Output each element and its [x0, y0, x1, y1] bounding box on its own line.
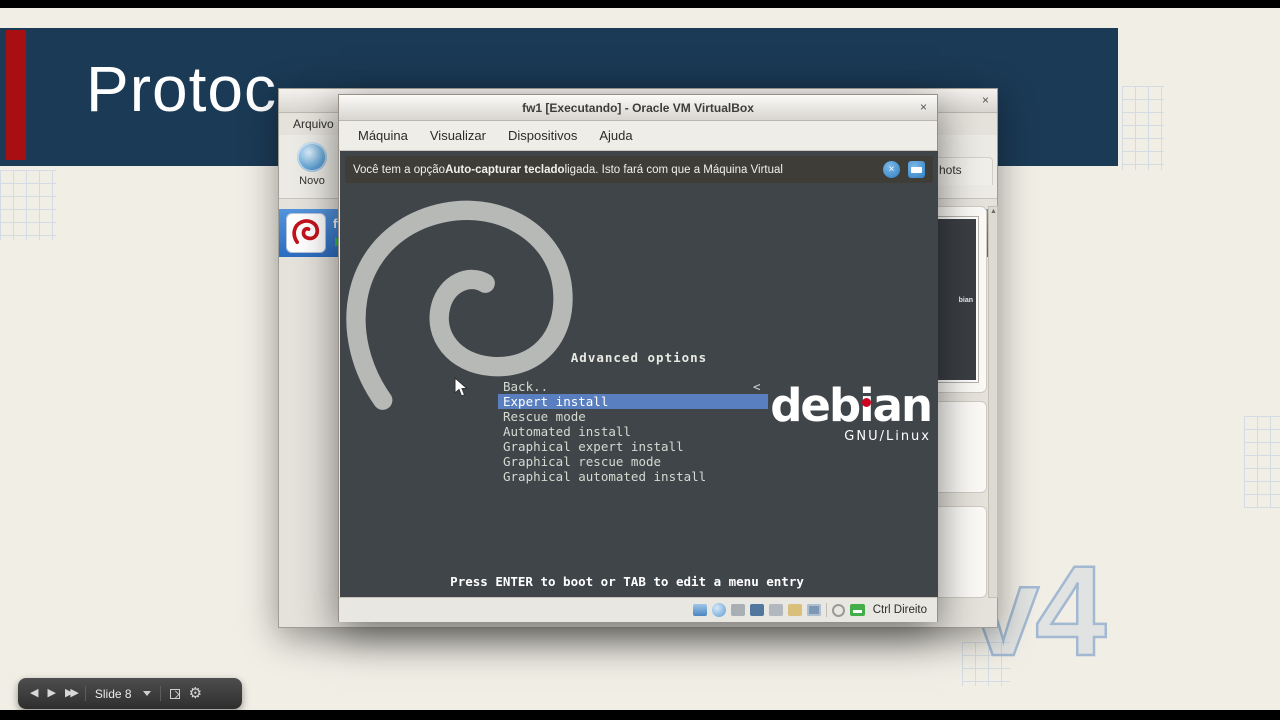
boot-menu-footer: Press ENTER to boot or TAB to edit a men…	[450, 574, 804, 589]
notification-text-bold: Auto-capturar teclado	[445, 163, 565, 176]
snapshots-tab-label[interactable]: hots	[939, 163, 962, 177]
slide-selector[interactable]: Slide 8	[95, 687, 132, 701]
vm-window-title: fw1 [Executando] - Oracle VM VirtualBox	[522, 101, 754, 115]
menu-arquivo[interactable]: Arquivo	[293, 117, 334, 131]
separator	[159, 686, 161, 701]
boot-menu-heading: Advanced options	[570, 350, 708, 365]
grid-decoration	[1122, 86, 1164, 170]
menu-maquina[interactable]: Máquina	[347, 121, 419, 151]
notification-text-suffix: ligada. Isto fará com que a Máquina Virt…	[564, 163, 783, 176]
menu-ajuda[interactable]: Ajuda	[588, 121, 643, 151]
menu-dispositivos[interactable]: Dispositivos	[497, 121, 588, 151]
debian-logo-text: debian	[770, 379, 933, 432]
boot-menu-item-back[interactable]: Back..	[498, 379, 768, 394]
boot-menu-item-rescue-mode[interactable]: Rescue mode	[498, 409, 768, 424]
menu-visualizar[interactable]: Visualizar	[419, 121, 497, 151]
presenter-control-bar: ◀ ▶ ▶▶ Slide 8 ⚙	[18, 678, 242, 709]
vm-os-icon	[286, 213, 326, 253]
settings-gear-icon[interactable]: ⚙	[189, 678, 202, 709]
keyboard-icon[interactable]	[849, 604, 865, 616]
boot-menu-item-automated-install[interactable]: Automated install	[498, 424, 768, 439]
play-icon[interactable]: ▶	[47, 678, 55, 709]
notification-text-prefix: Você tem a opção	[353, 163, 446, 176]
debian-logo: debian GNU/Linux	[770, 379, 933, 444]
boot-menu-item-expert-install[interactable]: Expert install	[498, 394, 768, 409]
notification-keyboard-icon[interactable]	[908, 161, 925, 178]
notification-close-icon[interactable]: ×	[883, 161, 900, 178]
slide-title: Protoc	[86, 53, 277, 125]
slide-accent-block	[6, 30, 26, 160]
presentation-slide: Protoc v4 × Arquivo Novo fw	[0, 8, 1280, 710]
optical-drives-icon[interactable]	[711, 603, 726, 617]
shared-folders-icon[interactable]	[787, 604, 802, 616]
boot-menu-item-graphical-expert-install[interactable]: Graphical expert install	[498, 439, 768, 454]
screen-root: Protoc v4 × Arquivo Novo fw	[0, 0, 1280, 720]
debian-logo-red-dot	[862, 398, 871, 407]
new-vm-icon[interactable]	[297, 142, 327, 172]
grid-decoration	[1244, 416, 1280, 508]
usb-icon[interactable]	[768, 604, 783, 616]
vm-titlebar[interactable]: fw1 [Executando] - Oracle VM VirtualBox …	[339, 95, 937, 121]
network-icon[interactable]	[749, 604, 764, 616]
host-key-label: Ctrl Direito	[872, 604, 927, 616]
close-icon[interactable]: ×	[982, 93, 989, 107]
mouse-integration-icon[interactable]	[831, 603, 845, 617]
previous-slide-icon[interactable]: ◀	[30, 678, 38, 709]
vm-statusbar: Ctrl Direito	[339, 597, 937, 622]
scroll-up-icon[interactable]: ▲	[990, 208, 997, 215]
scrollbar[interactable]: ▲	[988, 206, 998, 598]
grid-decoration	[0, 170, 56, 240]
display-icon[interactable]	[806, 604, 821, 616]
close-icon[interactable]: ×	[920, 100, 927, 114]
audio-icon[interactable]	[730, 604, 745, 616]
resize-icon[interactable]	[169, 688, 180, 699]
next-slide-icon[interactable]: ▶▶	[65, 678, 79, 709]
caret-down-icon[interactable]	[142, 691, 151, 696]
vm-window: fw1 [Executando] - Oracle VM VirtualBox …	[338, 94, 938, 622]
mouse-cursor	[454, 377, 469, 397]
vm-menubar: Máquina Visualizar Dispositivos Ajuda	[339, 121, 937, 151]
debian-swirl-icon	[292, 219, 320, 244]
thumbnail-text-fragment: bian	[958, 297, 973, 304]
back-arrow-indicator: <	[753, 379, 761, 394]
separator	[84, 686, 86, 701]
hard-disks-icon[interactable]	[692, 604, 707, 616]
notification-bar: Você tem a opção Auto-capturar teclado l…	[345, 156, 933, 183]
boot-menu-item-graphical-rescue-mode[interactable]: Graphical rescue mode	[498, 454, 768, 469]
guest-screen[interactable]: Você tem a opção Auto-capturar teclado l…	[340, 151, 938, 597]
statusbar-separator	[825, 603, 827, 617]
boot-menu-item-graphical-automated-install[interactable]: Graphical automated install	[498, 469, 768, 484]
new-vm-label: Novo	[299, 175, 325, 187]
boot-menu-list: Back.. Expert install Rescue mode Automa…	[498, 379, 768, 484]
